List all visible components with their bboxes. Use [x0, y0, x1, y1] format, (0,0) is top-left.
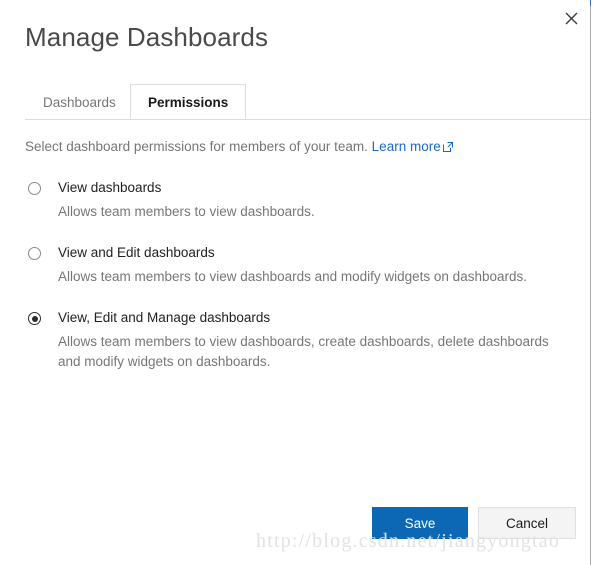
permission-option-label: View, Edit and Manage dashboards [58, 310, 271, 325]
close-icon [565, 12, 578, 25]
permission-options-group: View dashboards Allows team members to v… [25, 178, 585, 387]
permission-option-view[interactable]: View dashboards Allows team members to v… [25, 178, 585, 222]
radio-view-edit-and-manage-dashboards[interactable] [28, 312, 41, 325]
dialog-right-border [590, 0, 591, 565]
tab-permissions[interactable]: Permissions [130, 84, 247, 119]
permission-option-view-edit-manage[interactable]: View, Edit and Manage dashboards Allows … [25, 308, 585, 372]
dialog-right-accent [590, 0, 591, 6]
external-link-icon [442, 138, 453, 158]
page-title: Manage Dashboards [25, 22, 269, 52]
permission-option-description: Allows team members to view dashboards, … [58, 334, 549, 369]
tab-list: Dashboards Permissions [25, 84, 590, 120]
permissions-description: Select dashboard permissions for members… [25, 137, 453, 158]
radio-view-dashboards[interactable] [28, 182, 41, 195]
learn-more-label: Learn more [371, 139, 441, 154]
permission-option-label: View and Edit dashboards [58, 245, 215, 260]
permission-option-description: Allows team members to view dashboards. [58, 204, 315, 219]
permission-option-label: View dashboards [58, 180, 162, 195]
permission-option-description: Allows team members to view dashboards a… [58, 269, 527, 284]
tab-dashboards[interactable]: Dashboards [25, 84, 134, 119]
permission-option-view-edit[interactable]: View and Edit dashboards Allows team mem… [25, 243, 585, 287]
permissions-description-text: Select dashboard permissions for members… [25, 139, 368, 154]
radio-view-and-edit-dashboards[interactable] [28, 247, 41, 260]
manage-dashboards-dialog: Manage Dashboards Dashboards Permissions… [0, 0, 598, 565]
learn-more-link[interactable]: Learn more [372, 139, 453, 154]
watermark-text: http://blog.csdn.net/jiangyongtao [256, 530, 561, 552]
close-button[interactable] [556, 4, 586, 32]
